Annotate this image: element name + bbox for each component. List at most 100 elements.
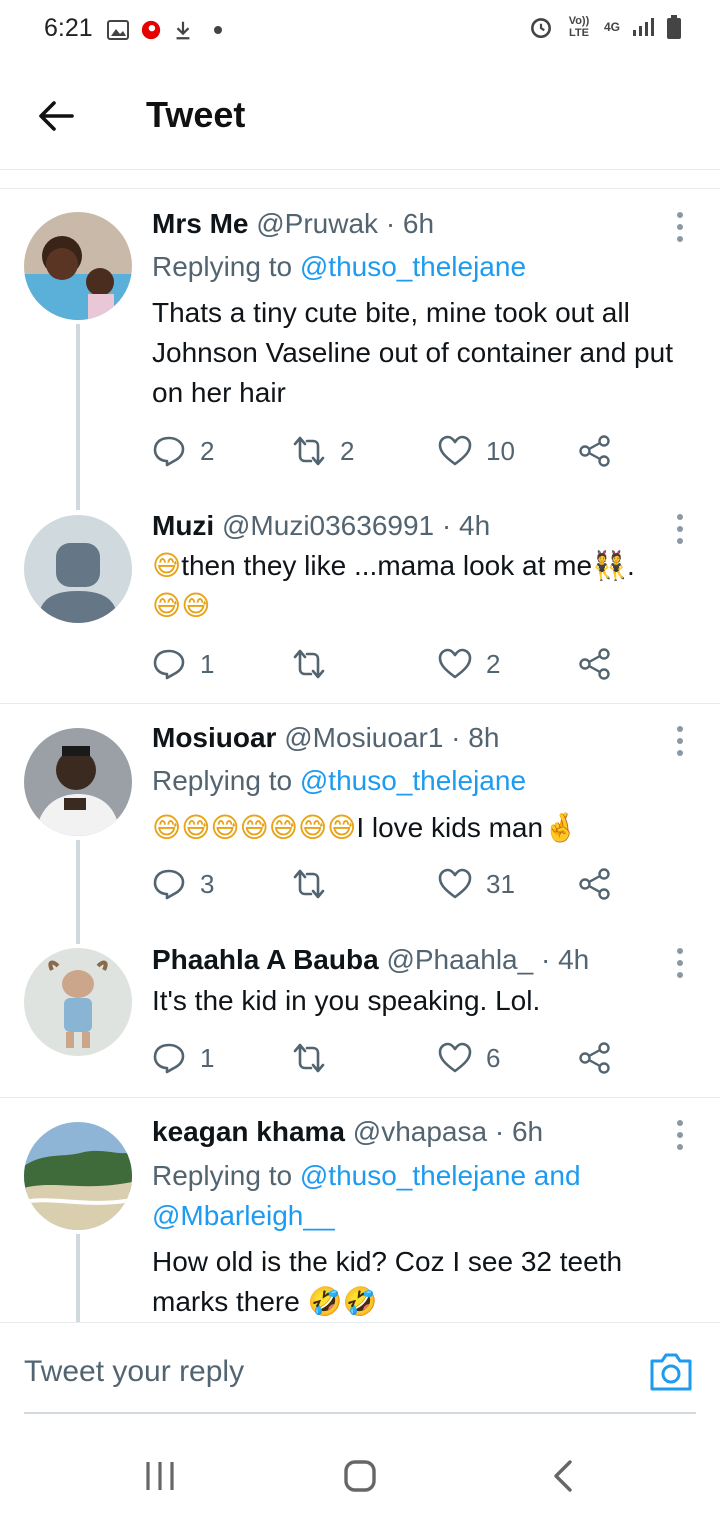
emoji: 😅😅: [152, 589, 211, 622]
reply-count: 2: [200, 435, 215, 466]
like-count: 6: [486, 1042, 501, 1073]
share-button[interactable]: [578, 1038, 612, 1078]
like-button[interactable]: 31: [438, 864, 515, 904]
tweet-text-body: then they like ...mama look at me: [181, 550, 593, 581]
page-title: Tweet: [146, 94, 246, 135]
display-name[interactable]: Mosiuoar: [152, 722, 276, 753]
reply-count: 1: [200, 648, 215, 679]
emoji: 😅: [152, 549, 182, 582]
more-options-icon[interactable]: [674, 1120, 686, 1154]
recents-icon[interactable]: [140, 1456, 180, 1496]
like-button[interactable]: 10: [438, 431, 515, 471]
reply-count: 1: [200, 1042, 215, 1073]
avatar[interactable]: [24, 212, 132, 320]
tweet-text: How old is the kid? Coz I see 32 teeth m…: [152, 1242, 697, 1322]
input-underline: [24, 1412, 696, 1414]
mention-link[interactable]: @Mbarleigh__: [152, 1200, 335, 1231]
thread-line: [76, 324, 80, 510]
emoji: 🤣🤣: [307, 1285, 378, 1318]
share-icon: [579, 868, 610, 900]
reply-tweet[interactable]: Mosiuoar @Mosiuoar1 · 8h Replying to @th…: [0, 704, 720, 944]
reply-button[interactable]: 3: [152, 864, 214, 904]
tweet-text-body: How old is the kid? Coz I see 32 teeth m…: [152, 1246, 623, 1317]
reply-icon: [153, 869, 185, 900]
share-button[interactable]: [578, 864, 612, 904]
display-name[interactable]: Muzi: [152, 510, 214, 541]
signal-icon: [633, 18, 654, 36]
home-icon[interactable]: [340, 1456, 380, 1496]
retweet-button[interactable]: [292, 644, 340, 684]
avatar[interactable]: [24, 1122, 132, 1230]
tweet-header: keagan khama @vhapasa · 6h: [152, 1116, 543, 1148]
camera-icon[interactable]: [648, 1351, 694, 1393]
reply-tweet[interactable]: Muzi @Muzi03636991 · 4h 😅then they like …: [0, 510, 720, 704]
like-count: 31: [486, 868, 515, 899]
alarm-icon: [531, 18, 551, 39]
display-name[interactable]: keagan khama: [152, 1116, 345, 1147]
reply-tweet[interactable]: Mrs Me @Pruwak · 6h Replying to @thuso_t…: [0, 190, 720, 510]
network-label: Vo)) LTE: [568, 15, 590, 39]
retweet-button[interactable]: [292, 1038, 340, 1078]
heart-icon: [438, 435, 472, 466]
mention-link[interactable]: @thuso_thelejane: [300, 765, 526, 796]
emoji: 👯: [592, 549, 627, 582]
top-app-bar: Tweet: [0, 62, 720, 170]
mention-link[interactable]: @thuso_thelejane and: [300, 1160, 581, 1191]
tweet-actions: 2 2 10: [152, 431, 652, 471]
tweet-text-body: I love kids man: [356, 812, 544, 843]
reply-button[interactable]: 2: [152, 431, 214, 471]
tweet-header: Muzi @Muzi03636991 · 4h: [152, 510, 490, 542]
more-options-icon[interactable]: [674, 948, 686, 982]
retweet-count: 2: [340, 435, 355, 466]
tweet-actions: 1 2: [152, 644, 652, 684]
share-icon: [579, 1042, 610, 1074]
tweet-text: Thats a tiny cute bite, mine took out al…: [152, 297, 673, 408]
share-icon: [579, 648, 610, 680]
share-icon: [579, 435, 610, 467]
like-button[interactable]: 2: [438, 644, 500, 684]
reply-tweet[interactable]: Phaahla A Bauba @Phaahla_ · 4h It's the …: [0, 944, 720, 1098]
like-button[interactable]: 6: [438, 1038, 500, 1078]
handle-time: @Pruwak · 6h: [256, 208, 435, 239]
replying-prefix: Replying to: [152, 251, 300, 282]
avatar[interactable]: [24, 948, 132, 1056]
thread-line: [76, 840, 80, 944]
tweet-text: 😅😅😅😅😅😅😅I love kids man🤞: [152, 808, 697, 848]
display-name[interactable]: Mrs Me: [152, 208, 248, 239]
display-name[interactable]: Phaahla A Bauba: [152, 944, 379, 975]
reply-icon: [153, 649, 185, 680]
emoji: 🤞: [543, 811, 578, 844]
reply-button[interactable]: 1: [152, 644, 214, 684]
reply-input[interactable]: Tweet your reply: [24, 1355, 244, 1389]
reply-composer[interactable]: Tweet your reply: [0, 1322, 720, 1414]
arrow-left-icon[interactable]: [36, 96, 76, 136]
back-icon[interactable]: [544, 1456, 584, 1496]
network-type: 4G: [603, 20, 620, 34]
handle-time: @Mosiuoar1 · 8h: [284, 722, 500, 753]
replying-to: Replying to @thuso_thelejane: [152, 247, 526, 287]
retweet-button[interactable]: [292, 864, 340, 904]
handle-time: @Phaahla_ · 4h: [386, 944, 590, 975]
retweet-button[interactable]: 2: [292, 431, 354, 471]
image-icon: [107, 20, 129, 40]
retweet-icon: [293, 869, 325, 899]
reply-tweet[interactable]: keagan khama @vhapasa · 6h Replying to @…: [0, 1098, 720, 1322]
replying-to: Replying to @thuso_thelejane and @Mbarlei…: [152, 1156, 581, 1236]
more-options-icon[interactable]: [674, 726, 686, 760]
dot-icon: [214, 26, 222, 34]
vodafone-icon: [141, 20, 161, 40]
tweet-text-end: .: [626, 550, 635, 581]
retweet-icon: [293, 436, 325, 466]
tweet-header: Mosiuoar @Mosiuoar1 · 8h: [152, 722, 499, 754]
reply-button[interactable]: 1: [152, 1038, 214, 1078]
share-button[interactable]: [578, 644, 612, 684]
reply-icon: [153, 1043, 185, 1074]
more-options-icon[interactable]: [674, 212, 686, 246]
share-button[interactable]: [578, 431, 612, 471]
divider: [0, 188, 720, 189]
more-options-icon[interactable]: [674, 514, 686, 548]
mention-link[interactable]: @thuso_thelejane: [300, 251, 526, 282]
avatar[interactable]: [24, 515, 132, 623]
tweet-text: 😅then they like ...mama look at me👯. 😅😅: [152, 546, 697, 626]
avatar[interactable]: [24, 728, 132, 836]
